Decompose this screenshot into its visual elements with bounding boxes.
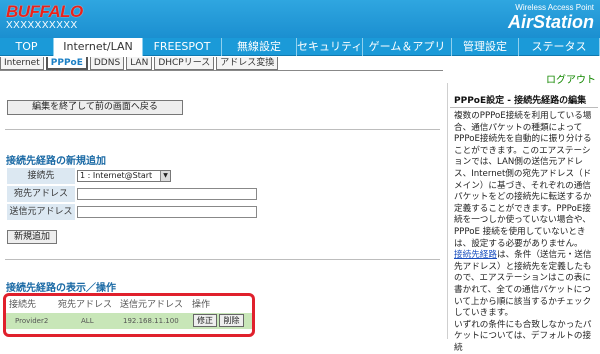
table-header: 接続先 宛先アドレス 送信元アドレス 操作 [6,297,252,311]
product-tagline: Wireless Access Point [515,3,594,12]
header-dest: 宛先アドレス [58,300,113,310]
dest-address-input[interactable] [77,188,257,200]
help-paragraph: 接続先経路は、条件（送信元・送信先アドレス）と接続先を定義したもので、エアステー… [454,250,599,320]
header-src: 送信元アドレス [120,300,184,310]
subtab-lan[interactable]: LAN [126,57,153,70]
tab-security[interactable]: セキュリティ [297,38,363,56]
subtab-dhcp-lease[interactable]: DHCPリース [154,57,215,70]
cell-src: 192.168.11.100 [123,317,179,325]
subnav-divider [0,70,443,71]
route-help-link[interactable]: 接続先経路 [454,250,497,260]
header-bar: BUFFALO XXXXXXXXXX Wireless Access Point… [0,0,600,38]
src-address-label: 送信元アドレス [7,204,75,220]
sub-navigation: Internet PPPoE DDNS LAN DHCPリース アドレス変換 [0,57,600,71]
tab-freespot[interactable]: FREESPOT [143,38,222,56]
tab-status[interactable]: ステータス [519,38,600,56]
help-paragraph-text: は、条件（送信元・送信先アドレス）と接続先を定義したもので、エアステーションはこ… [454,250,592,319]
dest-address-label: 宛先アドレス [7,186,75,202]
tab-top[interactable]: TOP [0,38,54,56]
tab-admin[interactable]: 管理設定 [452,38,519,56]
help-text: 複数のPPPoE接続を利用している場合、通信パケットの種類によってPPPoE接続… [454,111,599,354]
connection-row: 接続先 1 : Internet@Start ▼ [7,168,260,184]
src-address-row: 送信元アドレス [7,204,260,220]
subtab-internet[interactable]: Internet [0,57,44,70]
connection-label: 接続先 [7,168,75,184]
table-row: Provider2 ALL 192.168.11.100 修正 削除 [6,313,252,329]
new-route-title: 接続先経路の新規追加 [6,156,106,167]
add-route-button[interactable]: 新規追加 [7,230,57,244]
chevron-down-icon[interactable]: ▼ [160,171,170,181]
edit-button[interactable]: 修正 [193,314,217,327]
help-title: PPPoE設定 - 接続先経路の編集 [454,96,587,106]
model-name: XXXXXXXXXX [6,20,78,31]
tab-wireless[interactable]: 無線設定 [222,38,297,56]
help-panel: PPPoE設定 - 接続先経路の編集 複数のPPPoE接続を利用している場合、通… [447,83,600,353]
tab-internet-lan[interactable]: Internet/LAN [54,38,143,56]
cell-dest: ALL [81,317,94,325]
route-table: 接続先 宛先アドレス 送信元アドレス 操作 Provider2 ALL 192.… [3,293,255,337]
help-paragraph: いずれの条件にも合致しなかったパケットについては、デフォルトの接続 [454,319,592,353]
divider [5,129,440,130]
route-list-title: 接続先経路の表示／操作 [6,283,116,294]
subtab-address-translation[interactable]: アドレス変換 [216,57,279,70]
help-divider [450,107,598,108]
buffalo-logo: BUFFALO [6,2,83,21]
airstation-brand: AirStation [507,12,594,32]
header-ops: 操作 [192,300,211,310]
back-button[interactable]: 編集を終了して前の画面へ戻る [7,100,183,115]
help-paragraph: 複数のPPPoE接続を利用している場合、通信パケットの種類によってPPPoE接続… [454,111,592,249]
main-navigation: TOP Internet/LAN FREESPOT 無線設定 セキュリティ ゲー… [0,38,600,56]
subtab-pppoe[interactable]: PPPoE [45,57,88,70]
subtab-ddns[interactable]: DDNS [89,57,125,70]
divider [5,259,440,260]
cell-connection: Provider2 [15,317,49,325]
connection-select[interactable]: 1 : Internet@Start ▼ [77,170,171,182]
delete-button[interactable]: 削除 [219,314,244,327]
src-address-input[interactable] [77,206,257,218]
dest-address-row: 宛先アドレス [7,186,260,202]
header-connection: 接続先 [9,300,37,310]
tab-game-apps[interactable]: ゲーム＆アプリ [363,38,452,56]
connection-select-value: 1 : Internet@Start [80,171,153,180]
